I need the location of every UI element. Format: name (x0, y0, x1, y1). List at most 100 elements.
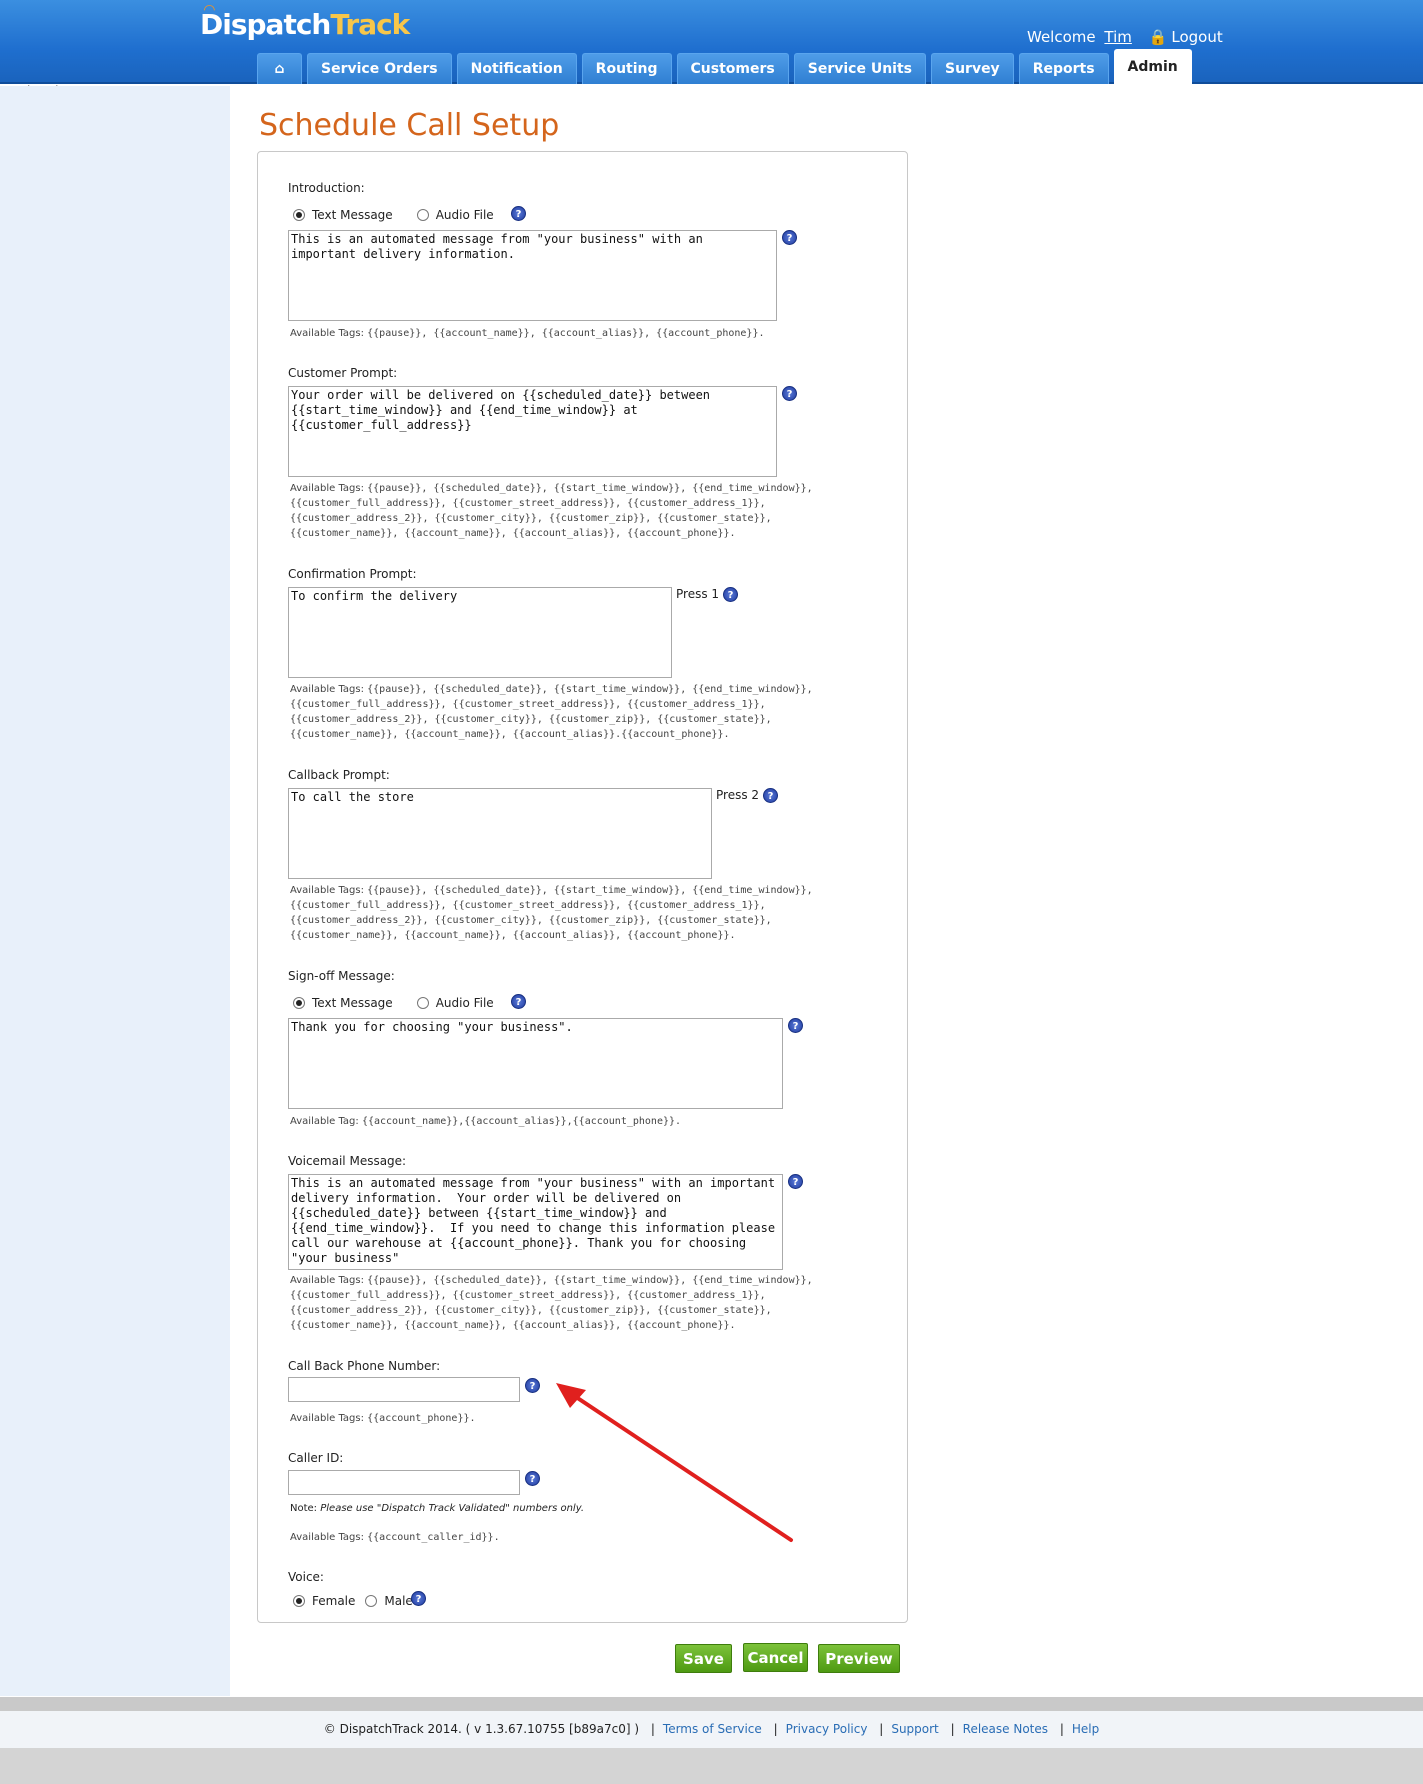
tab-admin[interactable]: Admin (1113, 49, 1192, 84)
tab-home[interactable]: ⌂ (257, 53, 302, 84)
press-1-label: Press 1 (676, 587, 720, 601)
voice-label: Voice: (288, 1570, 324, 1584)
tags-line: {{customer_address_2}}, {{customer_city}… (290, 915, 772, 926)
page-bottom (0, 1748, 1423, 1784)
callback-phone-input[interactable] (288, 1377, 520, 1402)
signoff-audio-radio[interactable] (416, 997, 429, 1009)
tags-list: {{account_phone}}. (367, 1413, 476, 1424)
dispatchtrack-logo[interactable]: ◠ DispatchTrack (200, 2, 410, 41)
tab-customers[interactable]: Customers (676, 53, 789, 84)
introduction-textarea[interactable]: This is an automated message from "your … (288, 230, 777, 321)
introduction-text-radio[interactable] (293, 209, 305, 221)
help-link[interactable]: Help (1072, 1722, 1099, 1736)
save-button[interactable]: Save (675, 1644, 732, 1673)
annotation-arrow (556, 1383, 793, 1542)
customer-prompt-textarea[interactable]: Your order will be delivered on {{schedu… (288, 386, 777, 477)
confirmation-prompt-textarea[interactable]: To confirm the delivery (288, 587, 672, 678)
user-name-link[interactable]: Tim (1104, 28, 1131, 46)
note-prefix: Note: (290, 1503, 318, 1514)
tags-label: Available Tags: (290, 1532, 364, 1543)
copyright: © DispatchTrack 2014. ( v 1.3.67.10755 [… (323, 1722, 640, 1736)
tags-label: Available Tags: (290, 684, 364, 695)
help-icon[interactable]: ? (723, 587, 738, 602)
signoff-type-radios: Text Message Audio File (293, 996, 518, 1010)
preview-button[interactable]: Preview (818, 1644, 900, 1673)
tab-service-orders[interactable]: Service Orders (307, 53, 452, 84)
voicemail-textarea[interactable]: This is an automated message from "your … (288, 1174, 783, 1270)
caller-id-input[interactable] (288, 1470, 520, 1495)
admin-sidebar (0, 86, 230, 1696)
main-nav-tabs: ⌂ Service Orders Notification Routing Cu… (257, 49, 1192, 84)
signoff-available-tags: Available Tag: {{account_name}},{{accoun… (290, 1114, 910, 1129)
help-icon[interactable]: ? (511, 994, 526, 1009)
tags-line: {{customer_address_2}}, {{customer_city}… (290, 1305, 772, 1316)
tags-line: {{customer_full_address}}, {{customer_st… (290, 699, 766, 710)
help-icon[interactable]: ? (782, 386, 797, 401)
introduction-available-tags: Available Tags: {{pause}}, {{account_nam… (290, 326, 910, 341)
tab-routing[interactable]: Routing (581, 53, 672, 84)
tags-label: Available Tags: (290, 328, 364, 339)
cancel-button[interactable]: Cancel (743, 1643, 808, 1672)
callback-phone-label: Call Back Phone Number: (288, 1359, 441, 1373)
voicemail-label: Voicemail Message: (288, 1154, 407, 1168)
lock-icon: 🔒 (1148, 28, 1168, 46)
voice-male-label: Male (384, 1594, 413, 1608)
confirmation-prompt-available-tags: Available Tags: {{pause}}, {{scheduled_d… (290, 682, 910, 742)
help-icon[interactable]: ? (788, 1174, 803, 1189)
tags-line: {{pause}}, {{scheduled_date}}, {{start_t… (367, 483, 813, 494)
tags-label: Available Tags: (290, 483, 364, 494)
tags-line: {{customer_name}}, {{account_name}}, {{a… (290, 528, 736, 539)
help-icon[interactable]: ? (525, 1471, 540, 1486)
logo-text-track: Track (330, 8, 410, 41)
tags-line: {{pause}}, {{scheduled_date}}, {{start_t… (367, 885, 813, 896)
introduction-type-radios: Text Message Audio File (293, 208, 518, 222)
tags-line: {{customer_name}}, {{account_name}}, {{a… (290, 729, 730, 740)
tags-label: Available Tags: (290, 1413, 364, 1424)
callback-prompt-textarea[interactable]: To call the store (288, 788, 712, 879)
tab-service-units[interactable]: Service Units (793, 53, 926, 84)
caller-id-note: Note: Please use "Dispatch Track Validat… (290, 1503, 584, 1514)
tab-reports[interactable]: Reports (1018, 53, 1109, 84)
signoff-text-radio[interactable] (293, 997, 305, 1009)
voicemail-available-tags: Available Tags: {{pause}}, {{scheduled_d… (290, 1273, 910, 1333)
logo-text-dispatch: Dispatch (200, 8, 331, 41)
support-link[interactable]: Support (891, 1722, 938, 1736)
privacy-policy-link[interactable]: Privacy Policy (786, 1722, 868, 1736)
introduction-audio-radio[interactable] (416, 209, 429, 221)
caller-id-label: Caller ID: (288, 1451, 344, 1465)
help-icon[interactable]: ? (763, 788, 778, 803)
logout-link[interactable]: Logout (1171, 28, 1222, 46)
voice-female-label: Female (312, 1594, 356, 1608)
customer-prompt-label: Customer Prompt: (288, 366, 398, 380)
tab-survey[interactable]: Survey (930, 53, 1014, 84)
voice-female-radio[interactable] (293, 1595, 305, 1607)
footer-divider (0, 1697, 1423, 1711)
callback-prompt-available-tags: Available Tags: {{pause}}, {{scheduled_d… (290, 883, 910, 943)
help-icon[interactable]: ? (511, 206, 526, 221)
note-text: Please use "Dispatch Track Validated" nu… (320, 1503, 585, 1514)
tags-label: Available Tags: (290, 1275, 364, 1286)
signoff-textarea[interactable]: Thank you for choosing "your business". (288, 1018, 783, 1109)
tags-label: Available Tags: (290, 885, 364, 896)
tags-label: Available Tag: (290, 1116, 359, 1127)
customer-prompt-available-tags: Available Tags: {{pause}}, {{scheduled_d… (290, 481, 910, 541)
introduction-audio-option-label: Audio File (435, 208, 494, 222)
footer: © DispatchTrack 2014. ( v 1.3.67.10755 [… (0, 1711, 1423, 1748)
help-icon[interactable]: ? (782, 230, 797, 245)
signoff-audio-option-label: Audio File (435, 996, 494, 1010)
release-notes-link[interactable]: Release Notes (963, 1722, 1048, 1736)
help-icon[interactable]: ? (525, 1378, 540, 1393)
terms-of-service-link[interactable]: Terms of Service (663, 1722, 762, 1736)
signoff-label: Sign-off Message: (288, 969, 395, 983)
introduction-text-option-label: Text Message (312, 208, 393, 222)
voice-male-radio[interactable] (365, 1595, 378, 1607)
help-icon[interactable]: ? (788, 1018, 803, 1033)
tab-notification[interactable]: Notification (456, 53, 577, 84)
help-icon[interactable]: ? (411, 1591, 426, 1606)
top-header: ◠ DispatchTrack Welcome Tim 🔒 Logout ⌂ Se… (0, 0, 1423, 84)
tags-list: {{account_caller_id}}. (367, 1532, 500, 1543)
tags-line: {{customer_address_2}}, {{customer_city}… (290, 714, 772, 725)
press-2-label: Press 2 (716, 788, 760, 802)
tags-line: {{customer_full_address}}, {{customer_st… (290, 498, 766, 509)
page-title: Schedule Call Setup (259, 108, 560, 143)
